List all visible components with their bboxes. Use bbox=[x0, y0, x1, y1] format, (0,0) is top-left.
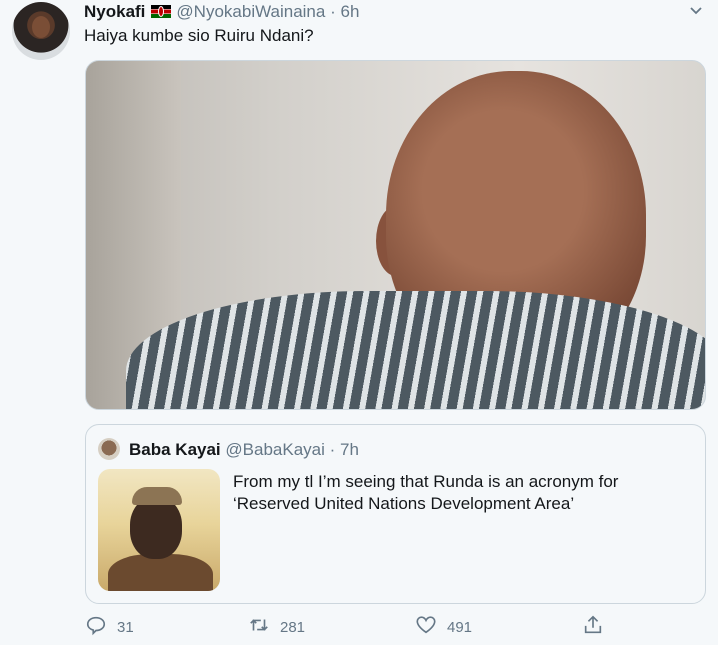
author-avatar[interactable] bbox=[12, 2, 70, 60]
tweet-media-image[interactable] bbox=[85, 60, 706, 410]
share-button[interactable] bbox=[582, 614, 604, 640]
retweet-count: 281 bbox=[280, 618, 306, 636]
kenya-flag-icon bbox=[151, 5, 172, 18]
retweet-button[interactable]: 281 bbox=[248, 614, 305, 640]
quoted-time: 7h bbox=[340, 440, 359, 459]
quoted-display-name: Baba Kayai bbox=[129, 440, 221, 459]
heart-icon bbox=[415, 614, 437, 640]
author-display-name[interactable]: Nyokafi bbox=[84, 2, 145, 21]
chevron-down-icon[interactable] bbox=[688, 2, 704, 23]
quoted-tweet[interactable]: Baba Kayai @BabaKayai · 7h From my tl I’… bbox=[85, 424, 706, 604]
quoted-author-avatar bbox=[98, 438, 120, 460]
separator: · bbox=[329, 440, 336, 459]
separator: · bbox=[330, 2, 336, 21]
reply-icon bbox=[85, 614, 107, 640]
retweet-icon bbox=[248, 614, 270, 640]
reply-count: 31 bbox=[117, 618, 134, 636]
quoted-tweet-text: From my tl I’m seeing that Runda is an a… bbox=[233, 472, 619, 513]
tweet-actions: 31 281 491 bbox=[85, 614, 705, 642]
tweet-time[interactable]: 6h bbox=[340, 2, 359, 21]
reply-button[interactable]: 31 bbox=[85, 614, 134, 640]
quoted-handle: @BabaKayai bbox=[225, 440, 325, 459]
quoted-tweet-header: Baba Kayai @BabaKayai · 7h bbox=[129, 440, 359, 460]
like-button[interactable]: 491 bbox=[415, 614, 472, 640]
tweet-text: Haiya kumbe sio Ruiru Ndani? bbox=[84, 26, 314, 45]
like-count: 491 bbox=[447, 618, 473, 636]
share-icon bbox=[582, 614, 604, 640]
tweet-header: Nyokafi @NyokabiWainaina · 6h bbox=[84, 2, 359, 22]
quoted-media-image bbox=[98, 469, 220, 591]
author-handle[interactable]: @NyokabiWainaina bbox=[176, 2, 325, 21]
